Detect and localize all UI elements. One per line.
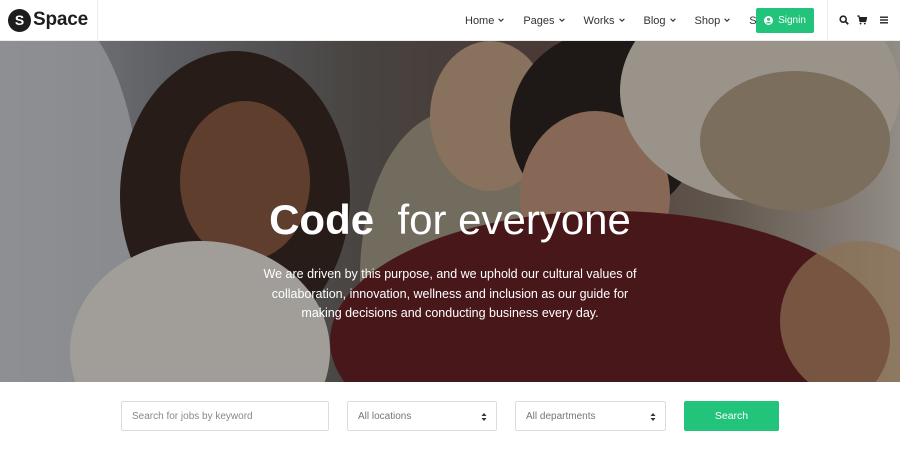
brand-logo[interactable]: S Space	[8, 8, 88, 32]
keyword-search-input[interactable]	[132, 410, 328, 422]
hero-description: We are driven by this purpose, and we up…	[263, 267, 637, 320]
chevron-down-icon	[669, 17, 676, 23]
chevron-down-icon	[498, 17, 505, 23]
select-arrows-icon	[481, 413, 487, 421]
search-icon[interactable]	[839, 15, 849, 25]
location-select-value: All locations	[358, 410, 412, 422]
hero-title: Code for everyone	[0, 199, 900, 241]
chevron-down-icon	[724, 17, 731, 23]
brand-name: Space	[33, 9, 88, 30]
nav-item-home[interactable]: Home	[465, 14, 505, 27]
job-search-bar: All locations All departments Search	[0, 382, 900, 450]
nav-item-pages[interactable]: Pages	[523, 14, 565, 27]
nav-item-shop[interactable]: Shop	[695, 15, 731, 27]
hero-title-bold: Code	[269, 196, 375, 243]
nav-item-label: Blog	[643, 14, 666, 27]
signin-label: Signin	[778, 15, 806, 26]
nav-item-blog[interactable]: Blog	[644, 15, 676, 27]
select-arrows-icon	[650, 413, 656, 421]
header-divider	[827, 0, 828, 41]
signin-button[interactable]: Signin	[756, 8, 814, 33]
nav-item-works[interactable]: Works	[584, 15, 625, 27]
nav-item-label: Shop	[694, 14, 721, 27]
main-nav: Home Pages Works Blog Shop Starter	[465, 0, 801, 41]
department-select-value: All departments	[526, 410, 596, 422]
chevron-down-icon	[618, 17, 625, 23]
search-button[interactable]: Search	[684, 401, 779, 431]
menu-icon[interactable]	[879, 15, 889, 25]
nav-item-label: Works	[583, 14, 615, 27]
header-divider	[97, 0, 98, 41]
nav-item-label: Home	[465, 14, 495, 27]
hero-title-rest: for everyone	[397, 196, 631, 243]
site-header: S Space Home Pages Works Blog Shop Start…	[0, 0, 900, 41]
nav-item-label: Pages	[523, 14, 555, 27]
cart-icon[interactable]	[857, 15, 867, 25]
hero-banner: Code for everyone We are driven by this …	[0, 41, 900, 382]
department-select[interactable]: All departments	[515, 401, 666, 431]
logo-mark-icon: S	[8, 8, 31, 32]
chevron-down-icon	[558, 17, 565, 23]
user-icon	[764, 16, 774, 25]
keyword-field[interactable]	[121, 401, 329, 431]
location-select[interactable]: All locations	[347, 401, 497, 431]
